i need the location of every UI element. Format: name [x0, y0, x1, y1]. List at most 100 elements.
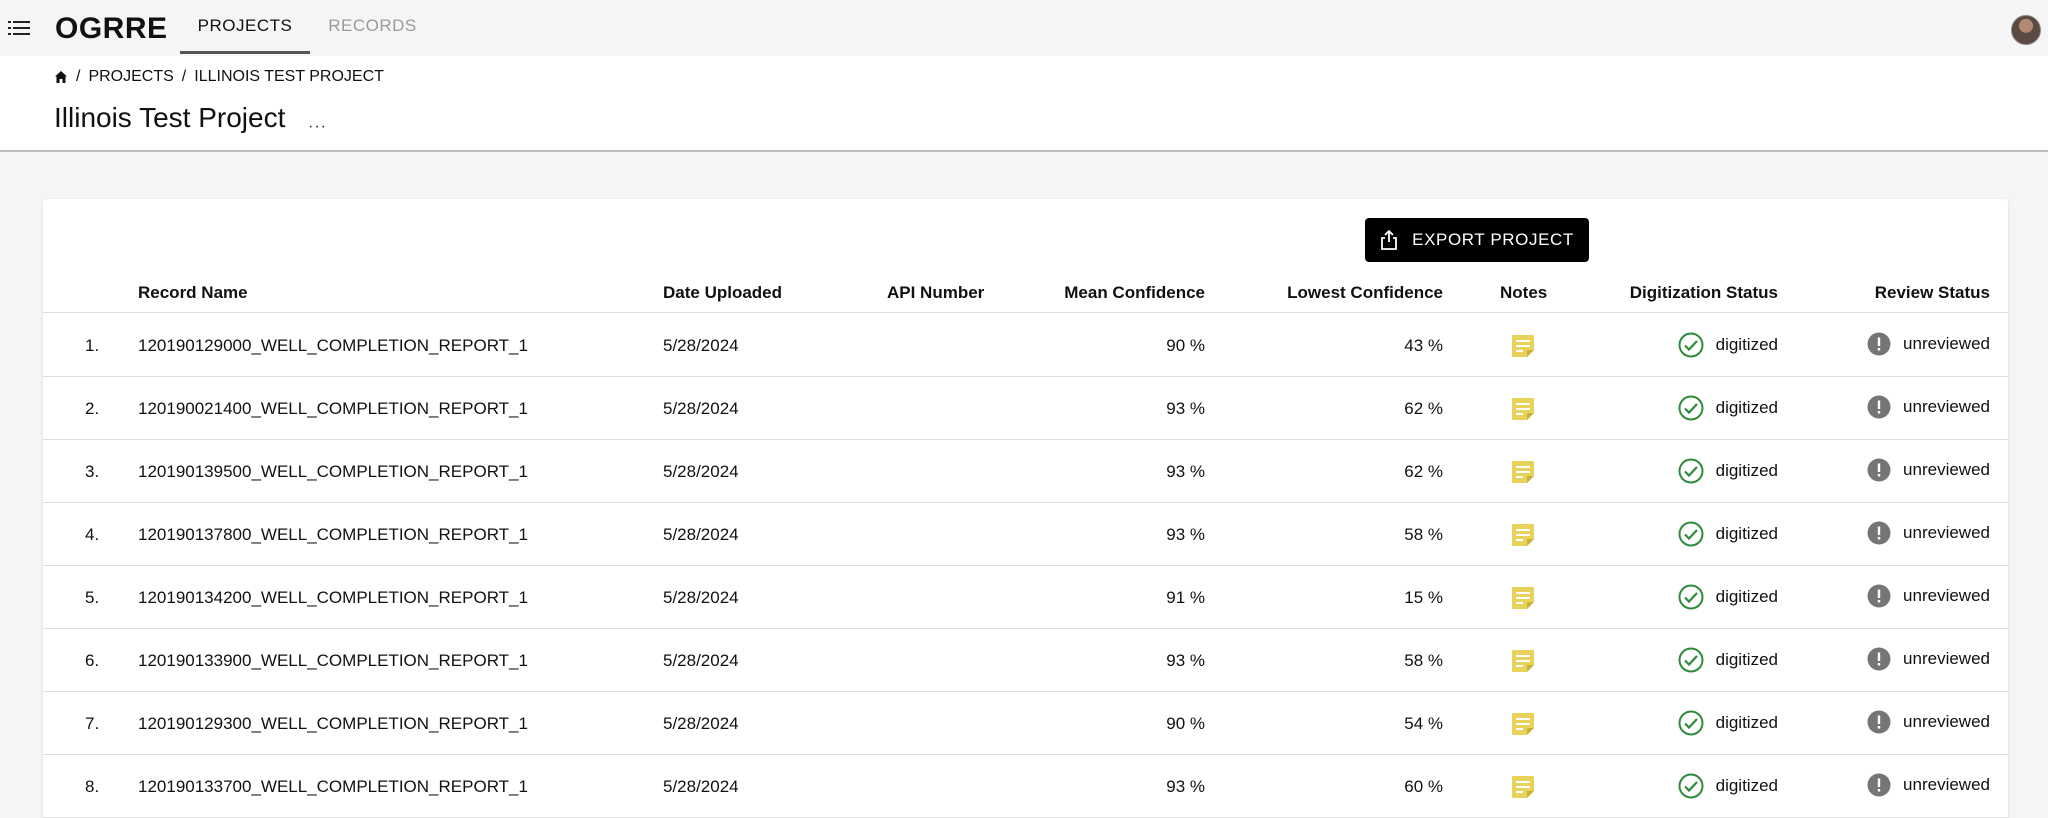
column-header-review-status[interactable]: Review Status — [1875, 283, 1990, 303]
review-status: unreviewed — [1867, 773, 1990, 797]
alert-circle-icon — [1867, 458, 1891, 482]
row-index: 5. — [85, 588, 100, 607]
mean-confidence: 91 % — [1166, 588, 1205, 607]
record-name[interactable]: 120190021400_WELL_COMPLETION_REPORT_1 — [138, 399, 528, 419]
column-header-api-number[interactable]: API Number — [887, 283, 984, 303]
table-row[interactable]: 2. 120190021400_WELL_COMPLETION_REPORT_1… — [43, 377, 2008, 440]
avatar[interactable] — [2011, 15, 2041, 45]
table-row[interactable]: 8. 120190133700_WELL_COMPLETION_REPORT_1… — [43, 755, 2008, 818]
breadcrumb-current: ILLINOIS TEST PROJECT — [194, 68, 384, 85]
row-index: 7. — [85, 714, 100, 733]
mean-confidence: 93 % — [1166, 525, 1205, 544]
record-name[interactable]: 120190134200_WELL_COMPLETION_REPORT_1 — [138, 588, 528, 608]
lowest-confidence: 15 % — [1404, 588, 1443, 607]
lowest-confidence: 43 % — [1404, 336, 1443, 355]
check-circle-icon — [1678, 710, 1704, 736]
digitization-status: digitized — [1678, 395, 1778, 421]
column-header-notes[interactable]: Notes — [1500, 283, 1547, 303]
table-row[interactable]: 3. 120190139500_WELL_COMPLETION_REPORT_1… — [43, 440, 2008, 503]
review-status: unreviewed — [1867, 710, 1990, 734]
breadcrumb-projects[interactable]: PROJECTS — [88, 68, 173, 86]
record-name[interactable]: 120190137800_WELL_COMPLETION_REPORT_1 — [138, 525, 528, 545]
review-status: unreviewed — [1867, 332, 1990, 356]
lowest-confidence: 62 % — [1404, 462, 1443, 481]
date-uploaded: 5/28/2024 — [663, 714, 739, 733]
alert-circle-icon — [1867, 710, 1891, 734]
table-row[interactable]: 4. 120190137800_WELL_COMPLETION_REPORT_1… — [43, 503, 2008, 566]
date-uploaded: 5/28/2024 — [663, 777, 739, 796]
digitization-status-label: digitized — [1715, 776, 1778, 795]
check-circle-icon — [1678, 521, 1704, 547]
home-icon[interactable] — [54, 70, 68, 84]
sticky-note-icon[interactable] — [1511, 649, 1535, 673]
lowest-confidence: 60 % — [1404, 777, 1443, 796]
digitization-status-label: digitized — [1715, 335, 1778, 354]
row-index: 1. — [85, 336, 100, 355]
table-row[interactable]: 5. 120190134200_WELL_COMPLETION_REPORT_1… — [43, 566, 2008, 629]
check-circle-icon — [1678, 395, 1704, 421]
check-circle-icon — [1678, 458, 1704, 484]
tab-records[interactable]: RECORDS — [315, 0, 430, 54]
date-uploaded: 5/28/2024 — [663, 399, 739, 418]
lowest-confidence: 62 % — [1404, 399, 1443, 418]
page-header: / PROJECTS / ILLINOIS TEST PROJECT Illin… — [0, 56, 2048, 152]
column-header-lowest-confidence[interactable]: Lowest Confidence — [1287, 283, 1443, 303]
record-name[interactable]: 120190133900_WELL_COMPLETION_REPORT_1 — [138, 651, 528, 671]
sticky-note-icon[interactable] — [1511, 775, 1535, 799]
tab-projects[interactable]: PROJECTS — [180, 0, 310, 54]
sticky-note-icon[interactable] — [1511, 712, 1535, 736]
record-name[interactable]: 120190129300_WELL_COMPLETION_REPORT_1 — [138, 714, 528, 734]
list-menu-icon[interactable] — [8, 20, 30, 36]
lowest-confidence: 58 % — [1404, 525, 1443, 544]
breadcrumb-separator: / — [181, 68, 187, 85]
review-status: unreviewed — [1867, 647, 1990, 671]
check-circle-icon — [1678, 773, 1704, 799]
review-status: unreviewed — [1867, 458, 1990, 482]
digitization-status: digitized — [1678, 584, 1778, 610]
more-horizontal-icon[interactable]: ··· — [308, 118, 327, 136]
digitization-status: digitized — [1678, 710, 1778, 736]
record-name[interactable]: 120190139500_WELL_COMPLETION_REPORT_1 — [138, 462, 528, 482]
mean-confidence: 93 % — [1166, 777, 1205, 796]
digitization-status: digitized — [1678, 521, 1778, 547]
row-index: 6. — [85, 651, 100, 670]
app-bar: OGRRE PROJECTS RECORDS — [0, 0, 2048, 56]
digitization-status-label: digitized — [1715, 398, 1778, 417]
lowest-confidence: 54 % — [1404, 714, 1443, 733]
mean-confidence: 90 % — [1166, 714, 1205, 733]
table-row[interactable]: 1. 120190129000_WELL_COMPLETION_REPORT_1… — [43, 314, 2008, 377]
review-status-label: unreviewed — [1903, 712, 1990, 731]
record-name[interactable]: 120190129000_WELL_COMPLETION_REPORT_1 — [138, 336, 528, 356]
app-logo: OGRRE — [55, 12, 168, 45]
column-header-record-name[interactable]: Record Name — [138, 283, 248, 303]
column-header-digitization-status[interactable]: Digitization Status — [1630, 283, 1778, 303]
sticky-note-icon[interactable] — [1511, 460, 1535, 484]
records-table-card: EXPORT PROJECT Record Name Date Uploaded… — [43, 199, 2008, 818]
lowest-confidence: 58 % — [1404, 651, 1443, 670]
export-project-button[interactable]: EXPORT PROJECT — [1365, 218, 1589, 262]
record-name[interactable]: 120190133700_WELL_COMPLETION_REPORT_1 — [138, 777, 528, 797]
alert-circle-icon — [1867, 584, 1891, 608]
digitization-status-label: digitized — [1715, 713, 1778, 732]
review-status-label: unreviewed — [1903, 460, 1990, 479]
page-title: Illinois Test Project — [54, 102, 286, 133]
review-status: unreviewed — [1867, 395, 1990, 419]
digitization-status-label: digitized — [1715, 524, 1778, 543]
table-row[interactable]: 6. 120190133900_WELL_COMPLETION_REPORT_1… — [43, 629, 2008, 692]
sticky-note-icon[interactable] — [1511, 586, 1535, 610]
digitization-status-label: digitized — [1715, 587, 1778, 606]
sticky-note-icon[interactable] — [1511, 523, 1535, 547]
table-row[interactable]: 7. 120190129300_WELL_COMPLETION_REPORT_1… — [43, 692, 2008, 755]
breadcrumb-separator: / — [76, 68, 81, 85]
table-header: Record Name Date Uploaded API Number Mea… — [43, 271, 2008, 313]
check-circle-icon — [1678, 584, 1704, 610]
column-header-mean-confidence[interactable]: Mean Confidence — [1064, 283, 1205, 303]
column-header-date-uploaded[interactable]: Date Uploaded — [663, 283, 782, 303]
check-circle-icon — [1678, 647, 1704, 673]
alert-circle-icon — [1867, 521, 1891, 545]
digitization-status: digitized — [1678, 647, 1778, 673]
row-index: 3. — [85, 462, 100, 481]
sticky-note-icon[interactable] — [1511, 334, 1535, 358]
sticky-note-icon[interactable] — [1511, 397, 1535, 421]
review-status: unreviewed — [1867, 521, 1990, 545]
